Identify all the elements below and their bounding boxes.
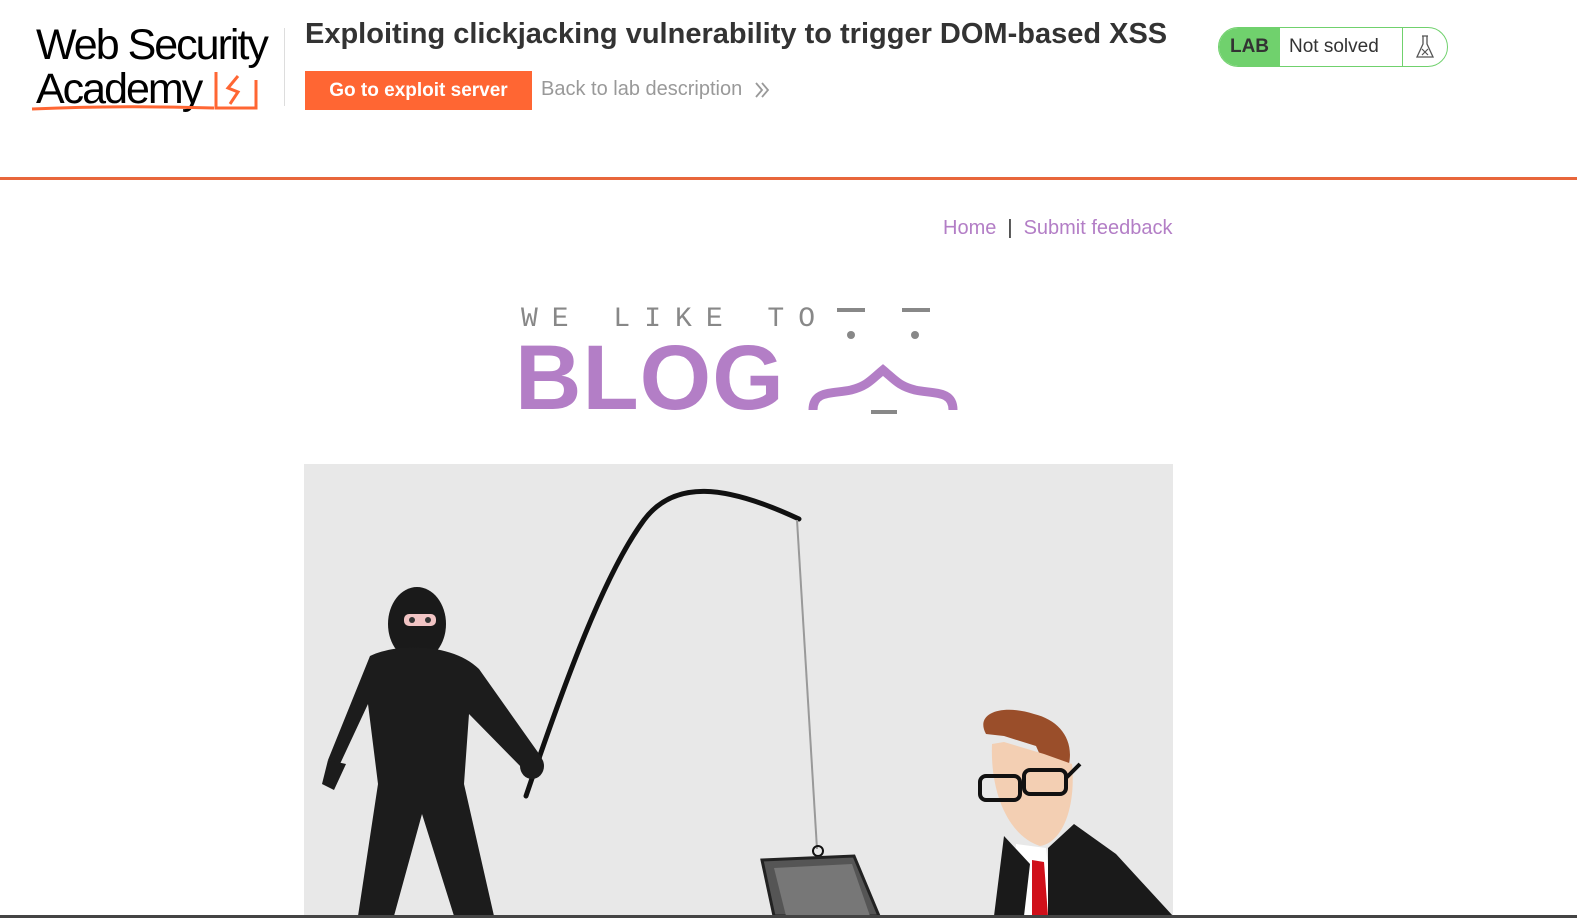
blog-hero-image — [304, 464, 1173, 916]
nav-separator: | — [1007, 217, 1013, 239]
bottom-edge — [0, 915, 1577, 918]
back-to-lab-description-link[interactable]: Back to lab description — [541, 78, 770, 101]
lab-status-widget: LAB Not solved — [1218, 27, 1448, 67]
go-to-exploit-server-button[interactable]: Go to exploit server — [305, 71, 532, 110]
phishing-illustration — [304, 464, 1173, 916]
header-divider — [284, 28, 285, 106]
academy-header: Web Security Academy Exploiting clickjac… — [0, 0, 1577, 180]
blog-top-nav: Home | Submit feedback — [943, 217, 1173, 240]
back-link-label: Back to lab description — [541, 78, 743, 100]
flask-icon — [1403, 28, 1447, 66]
logo-text-line1: Web Security — [36, 21, 269, 69]
logo-underline — [31, 105, 215, 111]
nav-home-link[interactable]: Home — [943, 217, 996, 239]
double-chevron-right-icon — [755, 81, 770, 98]
logo-bolt-icon — [214, 72, 258, 110]
blog-banner: WE LIKE TO BLOG — [515, 298, 965, 428]
lab-title: Exploiting clickjacking vulnerability to… — [305, 18, 1168, 50]
lab-badge: LAB — [1219, 28, 1280, 66]
web-security-academy-logo[interactable]: Web Security Academy — [30, 24, 282, 116]
lab-status-text: Not solved — [1280, 28, 1403, 66]
banner-title: BLOG — [515, 327, 785, 429]
nav-submit-feedback-link[interactable]: Submit feedback — [1024, 217, 1173, 239]
banner-face-icon — [808, 308, 958, 414]
